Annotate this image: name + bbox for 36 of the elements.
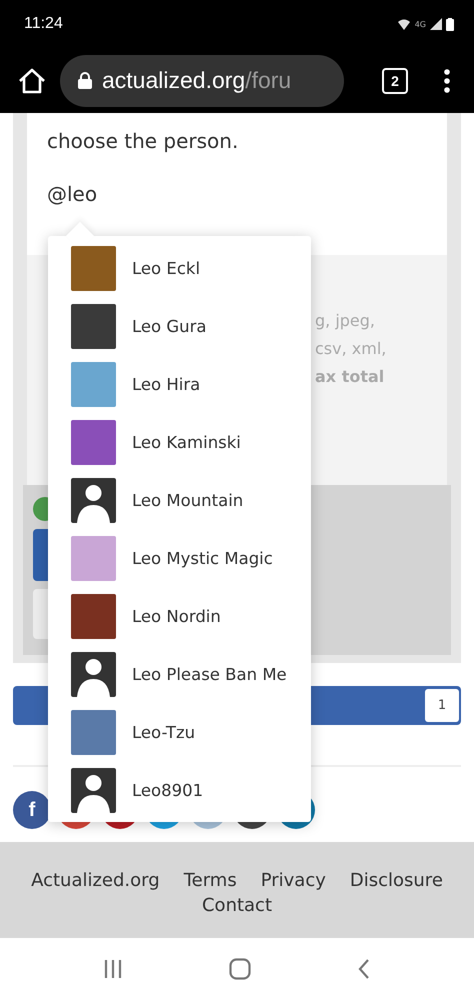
user-suggestion[interactable]: Leo Mystic Magic [48,530,311,588]
attachment-info: ax total [315,366,386,388]
avatar-silhouette-icon [71,768,116,813]
address-bar[interactable]: actualized.org/foru [60,54,344,106]
tab-count-button[interactable]: 2 [382,68,408,94]
like-count: 1 [425,689,459,722]
footer-link[interactable]: Contact [202,893,272,918]
back-icon[interactable] [358,959,370,979]
footer-link[interactable]: Disclosure [350,868,443,893]
network-type: 4G [414,20,426,28]
avatar-silhouette-icon [71,478,116,523]
user-suggestion[interactable]: Leo Kaminski [48,414,311,472]
clock: 11:24 [24,15,63,33]
user-suggestion[interactable]: Leo Nordin [48,588,311,646]
attachment-info: g, jpeg, [315,310,376,332]
attachment-info: csv, xml, [315,338,388,360]
footer-link[interactable]: Privacy [260,868,326,893]
user-suggestion[interactable]: Leo Mountain [48,472,311,530]
message-editor[interactable]: choose the person. @leo [27,113,447,255]
footer-link[interactable]: Terms [184,868,237,893]
user-suggestion[interactable]: Leo Hira [48,356,311,414]
user-suggestion[interactable]: Leo Please Ban Me [48,646,311,704]
user-suggestion[interactable]: Leo Gura [48,298,311,356]
url-text: actualized.org/foru [102,67,292,94]
editor-text: @leo [47,181,98,208]
editor-text: choose the person. [47,128,240,155]
share-button[interactable]: f [13,791,51,829]
signal-icon [430,18,442,30]
battery-icon [446,18,454,30]
footer-link[interactable]: Actualized.org [31,868,160,893]
user-suggestion[interactable]: Leo-Tzu [48,704,311,762]
user-suggestion[interactable]: Leo8901 [48,762,311,820]
lock-icon [78,72,92,89]
wifi-icon [396,18,411,30]
recent-apps-icon[interactable] [104,960,122,978]
avatar-silhouette-icon [71,652,116,697]
